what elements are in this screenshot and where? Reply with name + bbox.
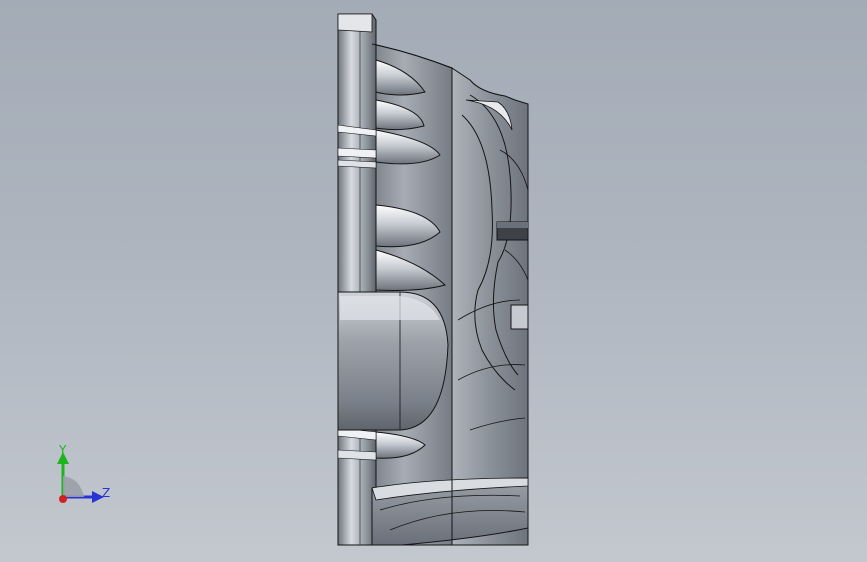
z-axis-label: Z (102, 486, 110, 500)
flange-ledge-2 (337, 147, 377, 159)
flange-ledge-5 (337, 449, 377, 461)
mounting-flange (337, 13, 377, 546)
x-axis-dot (59, 495, 67, 503)
triad-plane-icon (63, 476, 84, 497)
y-axis-label: Y (58, 443, 67, 457)
flange-lip-top (337, 13, 373, 33)
small-pocket (510, 304, 529, 330)
slot-feature-face (497, 222, 528, 228)
cad-part-model[interactable] (0, 0, 867, 562)
view-orientation-triad: Y Z (57, 443, 110, 503)
graphics-viewport[interactable]: Y Z (0, 0, 867, 562)
